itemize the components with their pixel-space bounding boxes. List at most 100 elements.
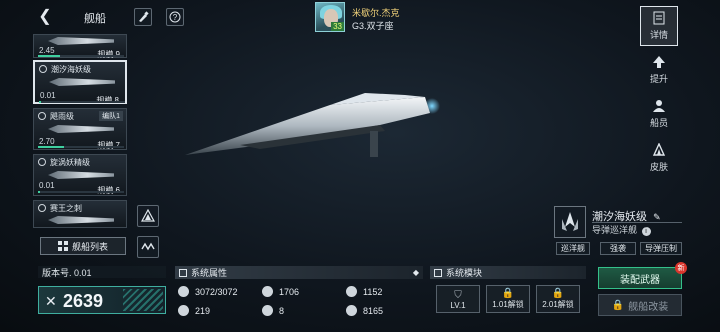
version-label: 版本号. 0.01	[38, 266, 166, 278]
ship-class-icon	[39, 65, 47, 73]
document-icon	[653, 11, 665, 25]
ship-card-2[interactable]: 潮汐海妖级 0.01 规模.8	[33, 60, 127, 105]
shield-icon	[262, 286, 273, 297]
stat-armor: 3072/3072	[178, 286, 238, 297]
lock-icon: 🔒	[501, 288, 515, 299]
stat-value: 8	[279, 305, 285, 316]
modules-icon	[434, 268, 442, 277]
ship-thumbnail	[49, 78, 115, 86]
speed-icon	[178, 305, 189, 316]
stat-fire: 8165	[346, 305, 383, 316]
ship-card-power: 0.01	[40, 91, 56, 100]
crossed-swords-icon: ✕	[45, 293, 57, 309]
ship-class-emblem	[554, 206, 586, 238]
ship-thumbnail	[48, 216, 114, 224]
filter-button[interactable]	[137, 205, 159, 227]
fleet-tag: 编队1	[99, 111, 123, 121]
module-label: 2.01解锁	[542, 300, 574, 309]
ship-card-name: 潮汐海妖级	[51, 65, 91, 74]
ship-mast	[370, 131, 378, 157]
stat-target: 1152	[346, 286, 382, 297]
tab-label: 详情	[649, 30, 668, 40]
armor-icon	[178, 286, 189, 297]
brush-button[interactable]	[134, 8, 152, 26]
stat-value: 219	[195, 305, 211, 316]
module-slot-1[interactable]: ⛉ LV.1	[436, 285, 480, 313]
fire-icon	[346, 305, 357, 316]
info-icon[interactable]: i	[641, 227, 651, 236]
formation-button[interactable]	[137, 236, 159, 258]
chevron-left-icon: ❮	[38, 8, 52, 25]
skin-icon	[652, 143, 666, 156]
combat-power: ✕ 2639	[38, 286, 166, 314]
stat-value: 1152	[363, 286, 383, 297]
ship-model-preview[interactable]	[180, 85, 450, 165]
equip-weapons-button[interactable]: 装配武器 新	[598, 262, 687, 289]
commander-name: 米歇尔.杰克	[352, 8, 400, 18]
commander-level: 33	[331, 22, 344, 31]
lock-icon: 🔒	[611, 299, 625, 311]
help-icon: ?	[169, 11, 181, 23]
ship-type: 导弹巡洋舰 i	[592, 223, 651, 236]
target-icon	[346, 286, 357, 297]
edit-icon[interactable]: ✎	[653, 212, 661, 222]
attributes-icon	[179, 268, 187, 277]
tab-label: 船员	[649, 118, 668, 128]
ship-card-bar	[38, 55, 124, 57]
ship-class-icon	[38, 204, 46, 212]
power-stripes	[123, 289, 163, 311]
modules-title: 系统模块	[446, 268, 483, 278]
tab-label: 提升	[649, 74, 668, 84]
ship-card-bar	[39, 101, 125, 103]
ship-card-3[interactable]: 飓雨级 编队1 2.70 规模.7	[33, 108, 127, 150]
sort-icon[interactable]: ◆	[413, 268, 419, 277]
commander-avatar[interactable]: 33	[315, 2, 345, 32]
combat-power-value: 2639	[63, 291, 104, 311]
grid-icon	[262, 305, 273, 316]
tab-details[interactable]: 详情	[640, 6, 678, 46]
fleet-list-label: 舰船列表	[71, 241, 108, 252]
ship-card-name: 旋涡妖精级	[50, 158, 90, 167]
tab-skin[interactable]: 皮肤	[640, 138, 678, 178]
module-shield-icon: ⛉	[454, 290, 462, 301]
ship-card-power: 0.01	[39, 181, 55, 190]
equip-label: 装配武器	[620, 274, 660, 286]
tab-label: 皮肤	[649, 162, 668, 172]
modules-header: 系统模块	[430, 266, 586, 279]
ship-thumbnail	[48, 37, 114, 45]
refit-label: 舰船改装	[628, 301, 669, 313]
ship-class-icon	[38, 158, 46, 166]
module-label: LV.1	[450, 301, 466, 310]
ship-thumbnail	[48, 171, 114, 179]
commander-location: G3.双子座	[352, 21, 394, 31]
tab-crew[interactable]: 船员	[640, 94, 678, 134]
ship-class-icon	[38, 112, 46, 120]
attributes-header: 系统属性 ◆	[175, 266, 423, 279]
brush-icon	[139, 11, 149, 22]
module-slot-3[interactable]: 🔒 2.01解锁	[536, 285, 580, 313]
tab-upgrade[interactable]: 提升	[640, 50, 678, 90]
module-label: 1.01解锁	[492, 300, 524, 309]
ship-hull	[185, 97, 430, 155]
help-button[interactable]: ?	[166, 8, 184, 26]
ship-chip-role: 强袭	[600, 242, 636, 255]
stat-value: 1706	[279, 286, 300, 297]
new-badge: 新	[675, 262, 687, 274]
ship-card-1[interactable]: 2.45 规模.9	[33, 34, 127, 59]
fleet-emblem-icon	[141, 209, 155, 222]
ship-card-5[interactable]: 赛王之刺	[33, 200, 127, 228]
stat-value: 3072/3072	[195, 286, 238, 297]
ship-chip-tactic: 导弹压制	[640, 242, 682, 255]
ship-card-4[interactable]: 旋涡妖精级 0.01 规模.6	[33, 154, 127, 196]
lock-icon: 🔒	[551, 288, 565, 299]
stat-speed: 219	[178, 305, 210, 316]
ship-card-name: 飓雨级	[50, 112, 74, 121]
module-slot-2[interactable]: 🔒 1.01解锁	[486, 285, 530, 313]
grid-icon	[57, 241, 68, 251]
ship-type-text: 导弹巡洋舰	[592, 225, 638, 235]
stat-shield: 1706	[262, 286, 299, 297]
back-button[interactable]: ❮	[36, 8, 54, 26]
refit-ship-button[interactable]: 🔒 舰船改装	[598, 294, 682, 316]
fleet-list-button[interactable]: 舰船列表	[40, 237, 126, 255]
crew-icon	[653, 100, 665, 112]
